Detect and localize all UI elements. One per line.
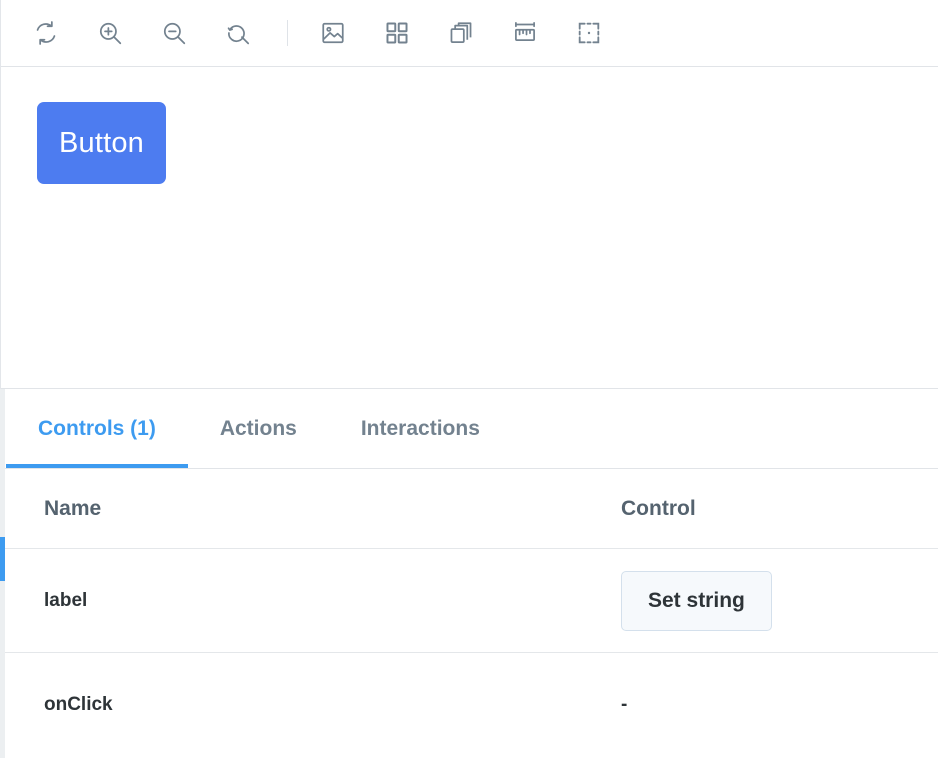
remount-icon[interactable] (27, 14, 65, 52)
story-button[interactable]: Button (37, 102, 166, 184)
panel-tablist: Controls (1) Actions Interactions (1, 389, 938, 469)
tab-actions[interactable]: Actions (188, 389, 329, 468)
tab-interactions[interactable]: Interactions (329, 389, 512, 468)
column-header-name: Name (44, 496, 102, 520)
panel-scrollbar-thumb[interactable] (0, 537, 5, 581)
storybook-preview-pane: Button Controls (1) Actions Interactions… (0, 0, 938, 758)
control-empty-dash: - (621, 694, 628, 715)
grid-icon[interactable] (378, 14, 416, 52)
set-string-button[interactable]: Set string (621, 570, 772, 631)
ruler-icon[interactable] (506, 14, 544, 52)
toolbar-divider (287, 20, 288, 46)
panel-scrollbar-track[interactable] (0, 389, 5, 758)
tab-controls[interactable]: Controls (1) (6, 389, 188, 468)
background-image-icon[interactable] (314, 14, 352, 52)
column-header-control: Control (621, 496, 696, 520)
bounding-box-icon[interactable] (570, 14, 608, 52)
table-row: label Set string (1, 549, 938, 653)
control-cell: Set string (621, 570, 938, 631)
zoom-reset-icon[interactable] (219, 14, 257, 52)
story-canvas: Button (1, 67, 938, 389)
control-name-label: label (44, 589, 88, 611)
addon-panel: Controls (1) Actions Interactions Name C… (0, 389, 938, 758)
zoom-in-icon[interactable] (91, 14, 129, 52)
preview-toolbar (1, 0, 938, 67)
zoom-out-icon[interactable] (155, 14, 193, 52)
control-cell: - (621, 694, 938, 716)
table-header-row: Name Control (1, 469, 938, 549)
layers-icon[interactable] (442, 14, 480, 52)
table-row: onClick - (1, 653, 938, 757)
control-name-onclick: onClick (44, 694, 113, 715)
controls-table: Name Control label Set string onClick - (1, 469, 938, 758)
